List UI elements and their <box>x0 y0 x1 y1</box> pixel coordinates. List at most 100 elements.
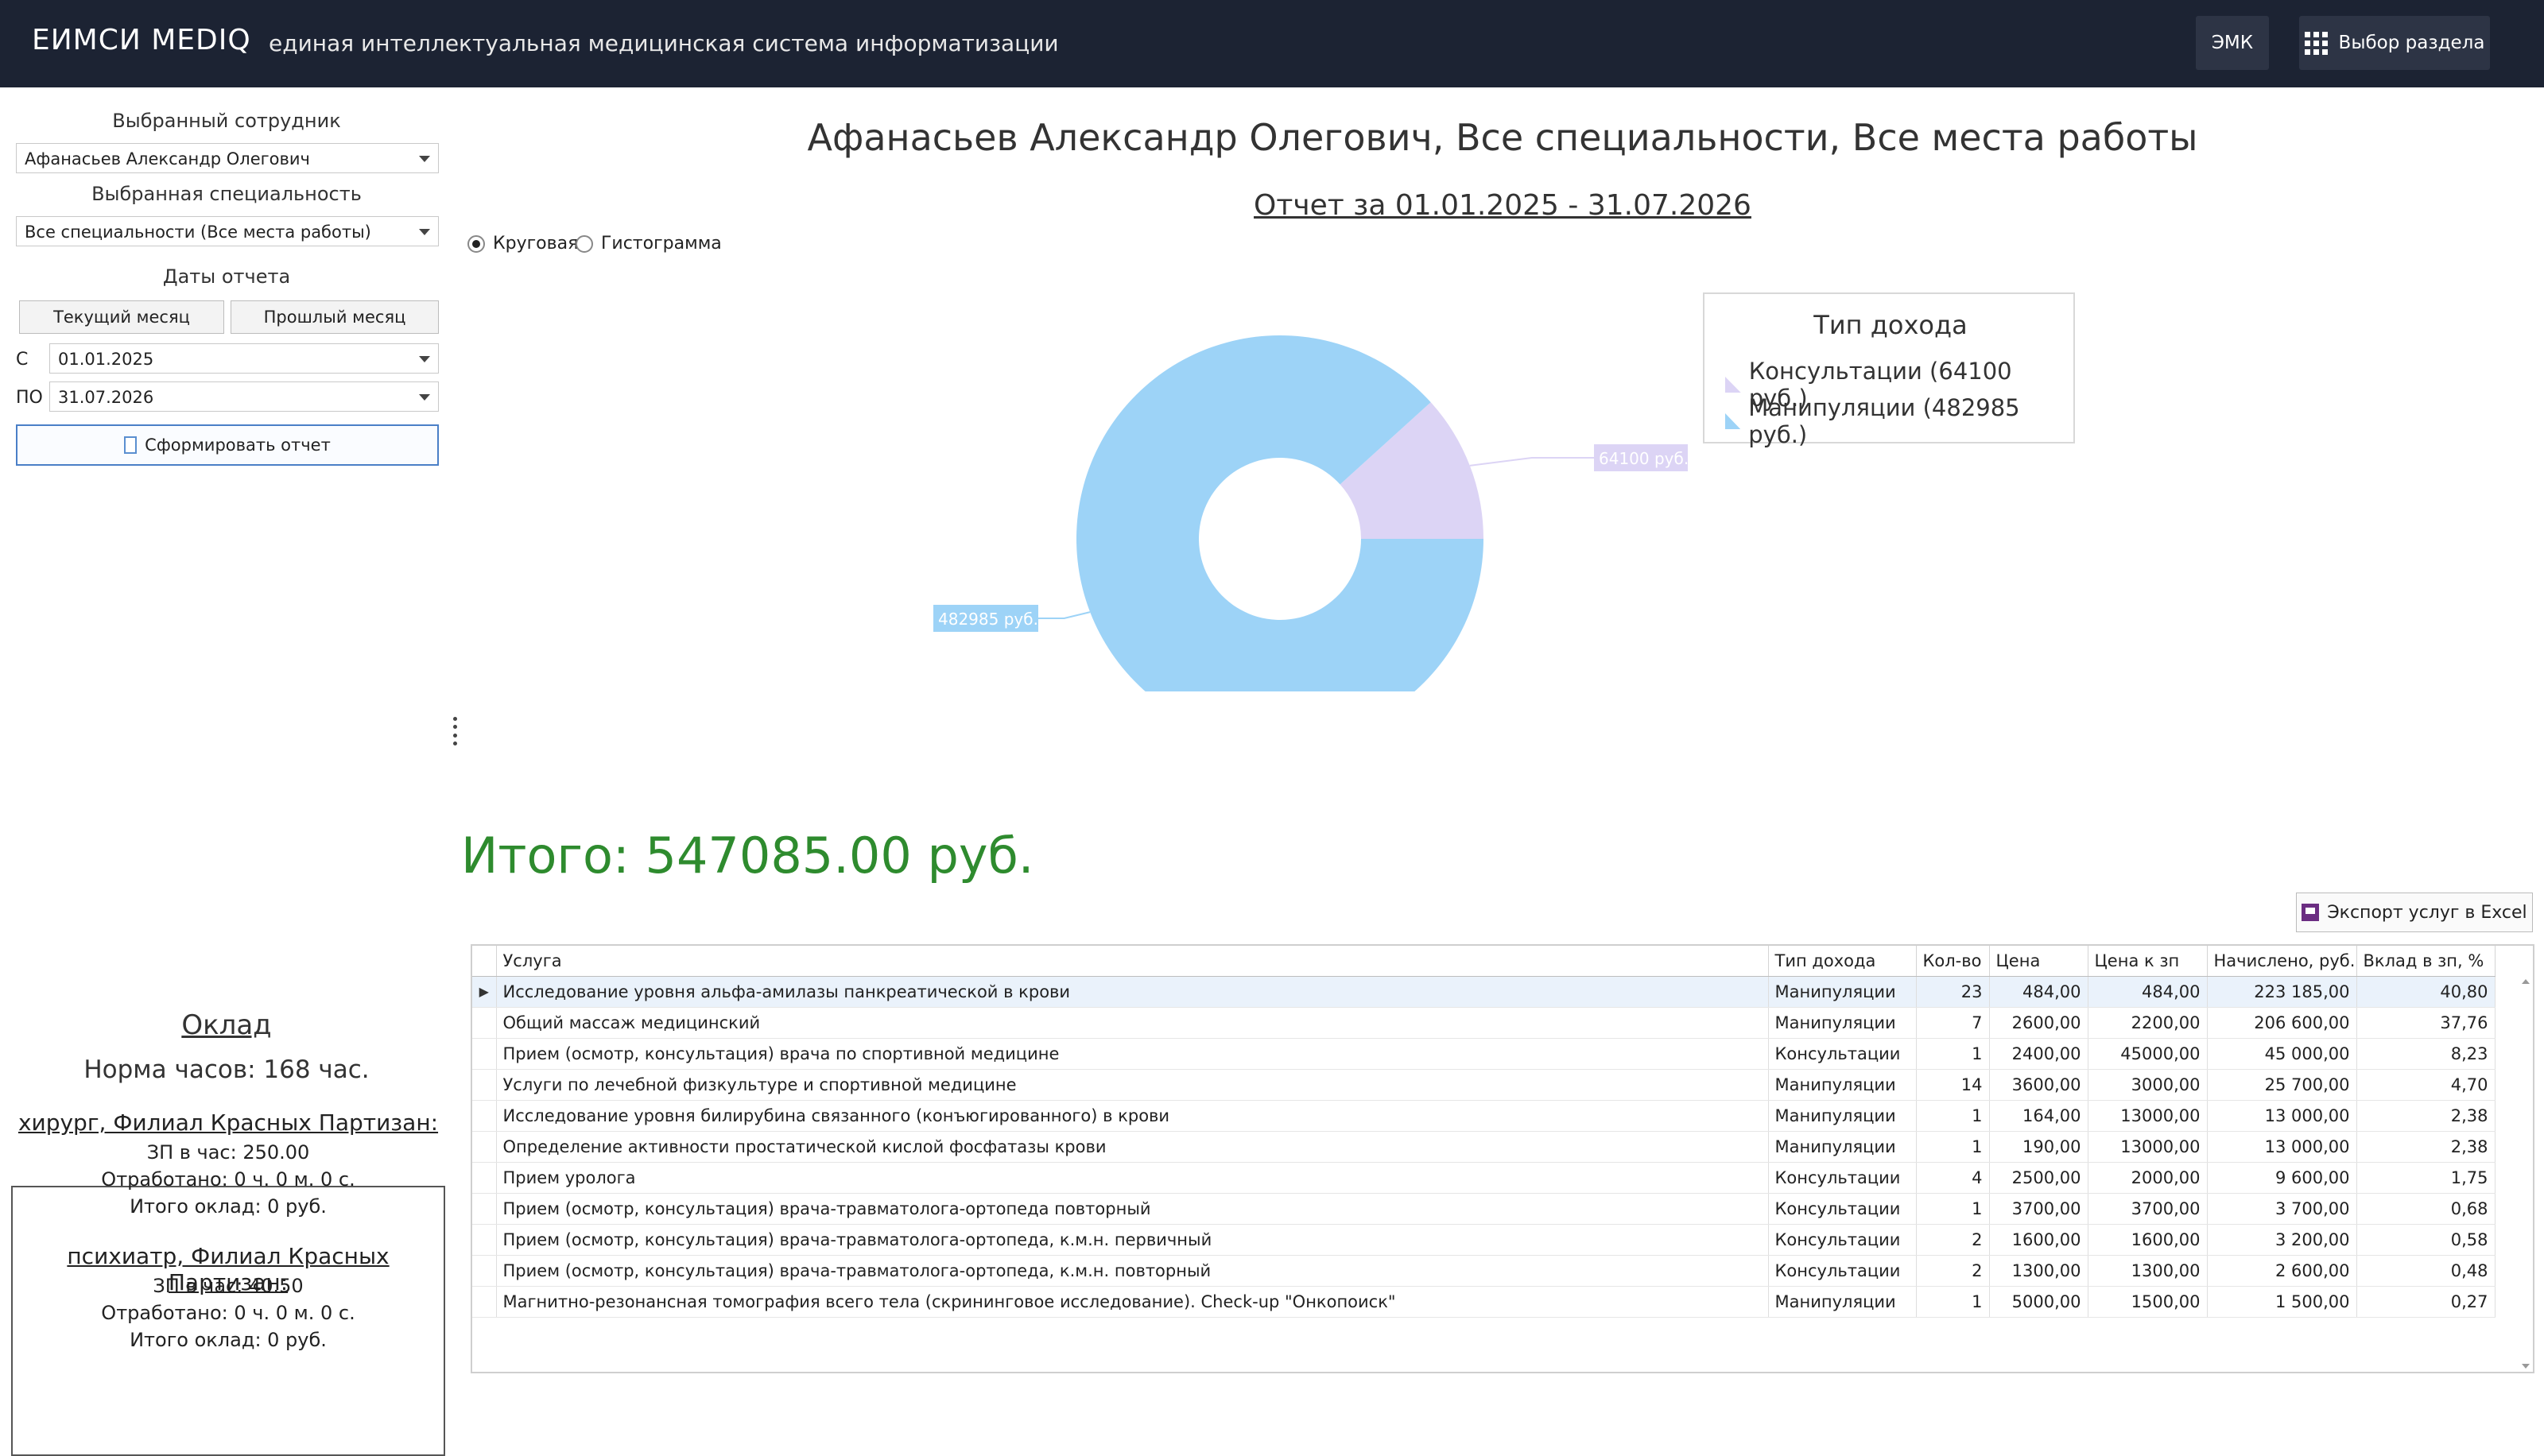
export-excel-button[interactable]: Экспорт услуг в Excel <box>2296 893 2533 932</box>
date-from-value: 01.01.2025 <box>58 350 154 369</box>
table-cell: Прием (осмотр, консультация) врача-травм… <box>496 1193 1769 1225</box>
column-header[interactable]: Цена к зп <box>2088 946 2208 977</box>
salary-total: Итого оклад: 0 руб. <box>130 1329 327 1351</box>
table-cell: 2 600,00 <box>2207 1255 2357 1287</box>
emk-button[interactable]: ЭМК <box>2196 16 2269 70</box>
employee-select-value: Афанасьев Александр Олегович <box>25 149 310 168</box>
chevron-down-icon <box>419 356 430 362</box>
last-month-button[interactable]: Прошлый месяц <box>231 300 439 334</box>
table-row[interactable]: Прием (осмотр, консультация) врача-травм… <box>472 1255 2496 1287</box>
table-cell: Магнитно-резонансная томография всего те… <box>496 1286 1769 1318</box>
table-cell: 25 700,00 <box>2207 1069 2357 1101</box>
table-cell: 40,80 <box>2356 976 2496 1008</box>
table-cell: Определение активности простатической ки… <box>496 1131 1769 1163</box>
legend-swatch <box>1725 413 1741 429</box>
table-cell: 1300,00 <box>2088 1255 2208 1287</box>
employee-label: Выбранный сотрудник <box>112 110 341 132</box>
document-icon <box>124 436 138 454</box>
table-cell: 1 <box>1916 1038 1990 1070</box>
table-cell: 3700,00 <box>2088 1193 2208 1225</box>
table-cell: 9 600,00 <box>2207 1162 2357 1194</box>
specialty-select[interactable]: Все специальности (Все места работы) <box>16 216 439 246</box>
save-icon <box>2302 904 2320 921</box>
table-cell: 2600,00 <box>1989 1007 2088 1039</box>
table-cell: 4 <box>1916 1162 1990 1194</box>
table-cell: 13 000,00 <box>2207 1131 2357 1163</box>
row-indicator <box>472 1069 497 1101</box>
table-cell: Манипуляции <box>1768 1286 1917 1318</box>
chevron-down-icon <box>419 229 430 235</box>
row-indicator <box>472 1286 497 1318</box>
column-header[interactable]: Услуга <box>496 946 1769 977</box>
column-header[interactable]: Цена <box>1989 946 2088 977</box>
current-month-button[interactable]: Текущий месяц <box>19 300 224 334</box>
table-cell: 0,27 <box>2356 1286 2496 1318</box>
table-cell: 14 <box>1916 1069 1990 1101</box>
table-cell: 3000,00 <box>2088 1069 2208 1101</box>
table-cell: 1 <box>1916 1193 1990 1225</box>
table-cell: 1600,00 <box>2088 1224 2208 1256</box>
column-header[interactable]: Вклад в зп, % <box>2356 946 2496 977</box>
section-select-label: Выбор раздела <box>2338 33 2485 53</box>
section-select-button[interactable]: Выбор раздела <box>2299 16 2490 70</box>
table-cell: Манипуляции <box>1768 1131 1917 1163</box>
table-cell: 2,38 <box>2356 1131 2496 1163</box>
table-row[interactable]: Определение активности простатической ки… <box>472 1131 2496 1163</box>
table-cell: 45000,00 <box>2088 1038 2208 1070</box>
table-cell: 1 <box>1916 1131 1990 1163</box>
table-cell: 1 <box>1916 1286 1990 1318</box>
table-cell: 37,76 <box>2356 1007 2496 1039</box>
table-row[interactable]: Услуги по лечебной физкультуре и спортив… <box>472 1069 2496 1101</box>
system-subtitle: единая интеллектуальная медицинская сист… <box>269 30 1059 56</box>
row-indicator <box>472 1038 497 1070</box>
table-cell: 190,00 <box>1989 1131 2088 1163</box>
table-cell: Прием (осмотр, консультация) врача-травм… <box>496 1255 1769 1287</box>
table-cell: 484,00 <box>2088 976 2208 1008</box>
table-row[interactable]: ▶ Исследование уровня альфа-амилазы панкр… <box>472 976 2496 1008</box>
table-cell: 2 <box>1916 1255 1990 1287</box>
table-scrollbar[interactable] <box>2519 976 2533 1373</box>
chevron-down-icon <box>419 156 430 162</box>
table-row[interactable]: Общий массаж медицинский Манипуляции 7 2600… <box>472 1007 2496 1039</box>
employee-select[interactable]: Афанасьев Александр Олегович <box>16 143 439 173</box>
table-cell: Консультации <box>1768 1162 1917 1194</box>
table-cell: 0,48 <box>2356 1255 2496 1287</box>
column-header[interactable]: Тип дохода <box>1768 946 1917 977</box>
table-row[interactable]: Прием (осмотр, консультация) врача-травм… <box>472 1193 2496 1225</box>
table-cell: 1 <box>1916 1100 1990 1132</box>
row-indicator <box>472 1131 497 1163</box>
table-row[interactable]: Магнитно-резонансная томография всего те… <box>472 1286 2496 1318</box>
date-from-picker[interactable]: 01.01.2025 <box>49 343 439 374</box>
table-cell: 164,00 <box>1989 1100 2088 1132</box>
panel-splitter-handle[interactable] <box>453 717 458 745</box>
date-to-picker[interactable]: 31.07.2026 <box>49 381 439 412</box>
row-indicator <box>472 1255 497 1287</box>
generate-report-button[interactable]: Сформировать отчет <box>16 424 439 466</box>
date-to-value: 31.07.2026 <box>58 388 154 407</box>
legend-title: Тип дохода <box>1813 310 1968 340</box>
scroll-up-icon[interactable] <box>2522 979 2530 984</box>
table-cell: 7 <box>1916 1007 1990 1039</box>
column-header[interactable]: Начислено, руб. <box>2207 946 2357 977</box>
table-cell: Прием (осмотр, консультация) врача-травм… <box>496 1224 1769 1256</box>
table-cell: Прием уролога <box>496 1162 1769 1194</box>
table-cell: Общий массаж медицинский <box>496 1007 1769 1039</box>
table-row[interactable]: Прием уролога Консультации 4 2500,00 2000,00… <box>472 1162 2496 1194</box>
table-cell: 2400,00 <box>1989 1038 2088 1070</box>
brand-logo[interactable]: ЕИМСИ MEDIQ <box>32 24 251 56</box>
table-cell: 3600,00 <box>1989 1069 2088 1101</box>
column-header[interactable]: Кол-во <box>1916 946 1990 977</box>
table-row[interactable]: Прием (осмотр, консультация) врача-травм… <box>472 1224 2496 1256</box>
scroll-down-icon[interactable] <box>2522 1364 2530 1369</box>
table-cell: Консультации <box>1768 1255 1917 1287</box>
legend-item: Манипуляции (482985 руб.) <box>1725 394 2073 448</box>
table-cell: 23 <box>1916 976 1990 1008</box>
report-dates-label: Даты отчета <box>162 265 291 288</box>
table-cell: Манипуляции <box>1768 1100 1917 1132</box>
table-row[interactable]: Исследование уровня билирубина связанног… <box>472 1100 2496 1132</box>
table-row[interactable]: Прием (осмотр, консультация) врача по сп… <box>472 1038 2496 1070</box>
table-cell: 8,23 <box>2356 1038 2496 1070</box>
table-cell: 2 <box>1916 1224 1990 1256</box>
specialty-label: Выбранная специальность <box>91 183 362 205</box>
table-cell: Манипуляции <box>1768 1007 1917 1039</box>
